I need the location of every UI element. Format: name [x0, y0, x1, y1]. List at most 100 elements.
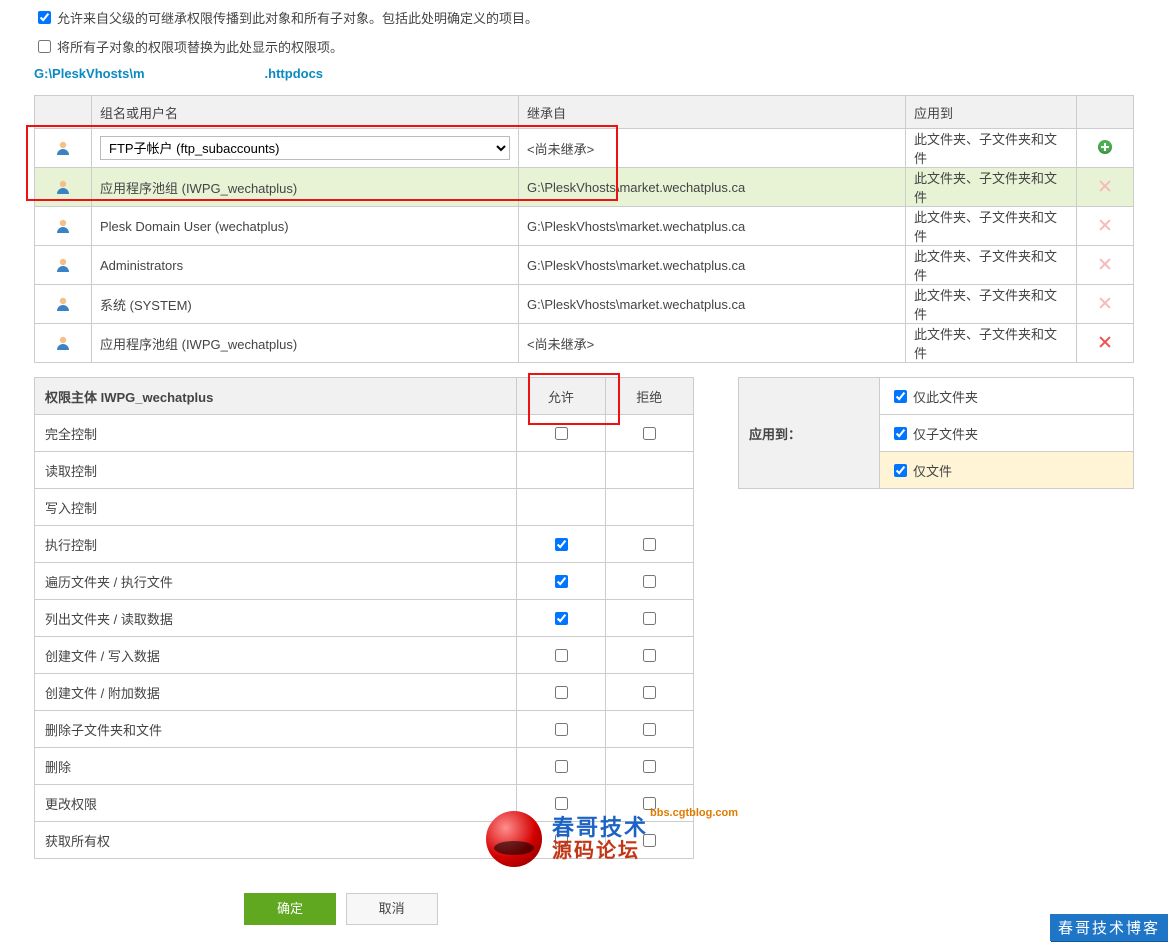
- perm-label: 更改权限: [35, 785, 517, 822]
- applyto-checkbox[interactable]: [894, 427, 907, 440]
- allow-checkbox[interactable]: [555, 575, 568, 588]
- deny-checkbox[interactable]: [643, 575, 656, 588]
- deny-checkbox[interactable]: [643, 834, 656, 847]
- deny-checkbox[interactable]: [643, 649, 656, 662]
- perm-label: 执行控制: [35, 526, 517, 563]
- allow-checkbox[interactable]: [555, 723, 568, 736]
- deny-checkbox[interactable]: [643, 723, 656, 736]
- perm-row: 执行控制: [35, 526, 694, 563]
- deny-checkbox[interactable]: [643, 760, 656, 773]
- apply-to-cell: 此文件夹、子文件夹和文件: [906, 168, 1077, 207]
- user-icon: [55, 335, 71, 351]
- perm-row: 完全控制: [35, 415, 694, 452]
- th-name: 组名或用户名: [92, 96, 519, 129]
- apply-to-cell: 此文件夹、子文件夹和文件: [906, 129, 1077, 168]
- inherit-checkbox[interactable]: [38, 11, 51, 24]
- user-icon: [55, 257, 71, 273]
- option-replace-row: 将所有子对象的权限项替换为此处显示的权限项。: [34, 37, 1134, 56]
- allow-checkbox[interactable]: [555, 834, 568, 847]
- applyto-item[interactable]: 仅此文件夹: [890, 387, 1123, 406]
- inherit-label: 允许来自父级的可继承权限传播到此对象和所有子对象。包括此处明确定义的项目。: [57, 8, 538, 27]
- perm-label: 创建文件 / 附加数据: [35, 674, 517, 711]
- perm-label: 读取控制: [35, 452, 517, 489]
- perm-row: 删除: [35, 748, 694, 785]
- cancel-button[interactable]: 取消: [346, 893, 438, 925]
- inherit-from: G:\PleskVhosts\market.wechatplus.ca: [519, 168, 906, 207]
- perm-label: 删除子文件夹和文件: [35, 711, 517, 748]
- replace-checkbox[interactable]: [38, 40, 51, 53]
- deny-checkbox[interactable]: [643, 538, 656, 551]
- breadcrumb-path[interactable]: G:\PleskVhosts\m .httpdocs: [34, 66, 1134, 81]
- perm-row: 写入控制: [35, 489, 694, 526]
- replace-label: 将所有子对象的权限项替换为此处显示的权限项。: [57, 37, 343, 56]
- perm-label: 完全控制: [35, 415, 517, 452]
- user-select[interactable]: FTP子帐户 (ftp_subaccounts): [100, 136, 510, 160]
- apply-to-cell: 此文件夹、子文件夹和文件: [906, 285, 1077, 324]
- footer-stamp: 春哥技术博客: [1050, 914, 1168, 941]
- user-name: Plesk Domain User (wechatplus): [92, 207, 519, 246]
- apply-to-table: 应用到： 仅此文件夹 仅子文件夹 仅文件: [738, 377, 1134, 489]
- inherit-from: G:\PleskVhosts\market.wechatplus.ca: [519, 207, 906, 246]
- applyto-item[interactable]: 仅子文件夹: [890, 424, 1123, 443]
- user-name: 系统 (SYSTEM): [92, 285, 519, 324]
- applyto-checkbox[interactable]: [894, 464, 907, 477]
- deny-checkbox[interactable]: [643, 797, 656, 810]
- perm-row: 更改权限: [35, 785, 694, 822]
- perm-allow-header: 允许: [517, 378, 605, 415]
- delete-icon: [1098, 296, 1112, 310]
- applyto-checkbox[interactable]: [894, 390, 907, 403]
- perm-label: 遍历文件夹 / 执行文件: [35, 563, 517, 600]
- table-row[interactable]: Plesk Domain User (wechatplus)G:\PleskVh…: [35, 207, 1134, 246]
- add-icon[interactable]: [1098, 140, 1112, 154]
- inherit-from: <尚未继承>: [519, 129, 906, 168]
- apply-to-header: 应用到：: [739, 378, 880, 489]
- path-suffix: .httpdocs: [265, 66, 324, 81]
- user-name: Administrators: [92, 246, 519, 285]
- apply-to-cell: 此文件夹、子文件夹和文件: [906, 207, 1077, 246]
- delete-icon: [1098, 257, 1112, 271]
- perm-row: 列出文件夹 / 读取数据: [35, 600, 694, 637]
- allow-checkbox[interactable]: [555, 427, 568, 440]
- permissions-table: 权限主体 IWPG_wechatplus 允许 拒绝 完全控制读取控制写入控制执…: [34, 377, 694, 859]
- perm-label: 列出文件夹 / 读取数据: [35, 600, 517, 637]
- users-table: 组名或用户名 继承自 应用到 FTP子帐户 (ftp_subaccounts) <…: [34, 95, 1134, 363]
- perm-row: 遍历文件夹 / 执行文件: [35, 563, 694, 600]
- allow-checkbox[interactable]: [555, 612, 568, 625]
- deny-checkbox[interactable]: [643, 427, 656, 440]
- allow-checkbox[interactable]: [555, 649, 568, 662]
- user-icon: [55, 218, 71, 234]
- path-prefix: G:\PleskVhosts\m: [34, 66, 145, 81]
- perm-label: 创建文件 / 写入数据: [35, 637, 517, 674]
- perm-row: 创建文件 / 写入数据: [35, 637, 694, 674]
- table-row[interactable]: 应用程序池组 (IWPG_wechatplus)G:\PleskVhosts\m…: [35, 168, 1134, 207]
- inherit-from: G:\PleskVhosts\market.wechatplus.ca: [519, 285, 906, 324]
- table-row[interactable]: AdministratorsG:\PleskVhosts\market.wech…: [35, 246, 1134, 285]
- th-apply: 应用到: [906, 96, 1077, 129]
- apply-to-cell: 此文件夹、子文件夹和文件: [906, 324, 1077, 363]
- perm-label: 写入控制: [35, 489, 517, 526]
- applyto-item[interactable]: 仅文件: [890, 461, 1123, 480]
- apply-to-cell: 此文件夹、子文件夹和文件: [906, 246, 1077, 285]
- allow-checkbox[interactable]: [555, 686, 568, 699]
- perm-row: 读取控制: [35, 452, 694, 489]
- table-row[interactable]: FTP子帐户 (ftp_subaccounts) <尚未继承>此文件夹、子文件夹和…: [35, 129, 1134, 168]
- button-row: 确定 取消: [34, 893, 1134, 925]
- user-name: 应用程序池组 (IWPG_wechatplus): [92, 324, 519, 363]
- deny-checkbox[interactable]: [643, 612, 656, 625]
- table-row[interactable]: 应用程序池组 (IWPG_wechatplus)<尚未继承>此文件夹、子文件夹和…: [35, 324, 1134, 363]
- delete-icon[interactable]: [1098, 335, 1112, 349]
- allow-checkbox[interactable]: [555, 797, 568, 810]
- ok-button[interactable]: 确定: [244, 893, 336, 925]
- table-row[interactable]: 系统 (SYSTEM)G:\PleskVhosts\market.wechatp…: [35, 285, 1134, 324]
- perm-row: 创建文件 / 附加数据: [35, 674, 694, 711]
- inherit-from: G:\PleskVhosts\market.wechatplus.ca: [519, 246, 906, 285]
- allow-checkbox[interactable]: [555, 760, 568, 773]
- perm-label: 获取所有权: [35, 822, 517, 859]
- user-name: 应用程序池组 (IWPG_wechatplus): [92, 168, 519, 207]
- th-inherit: 继承自: [519, 96, 906, 129]
- allow-checkbox[interactable]: [555, 538, 568, 551]
- perm-label: 删除: [35, 748, 517, 785]
- deny-checkbox[interactable]: [643, 686, 656, 699]
- path-mask: [145, 70, 265, 80]
- delete-icon: [1098, 218, 1112, 232]
